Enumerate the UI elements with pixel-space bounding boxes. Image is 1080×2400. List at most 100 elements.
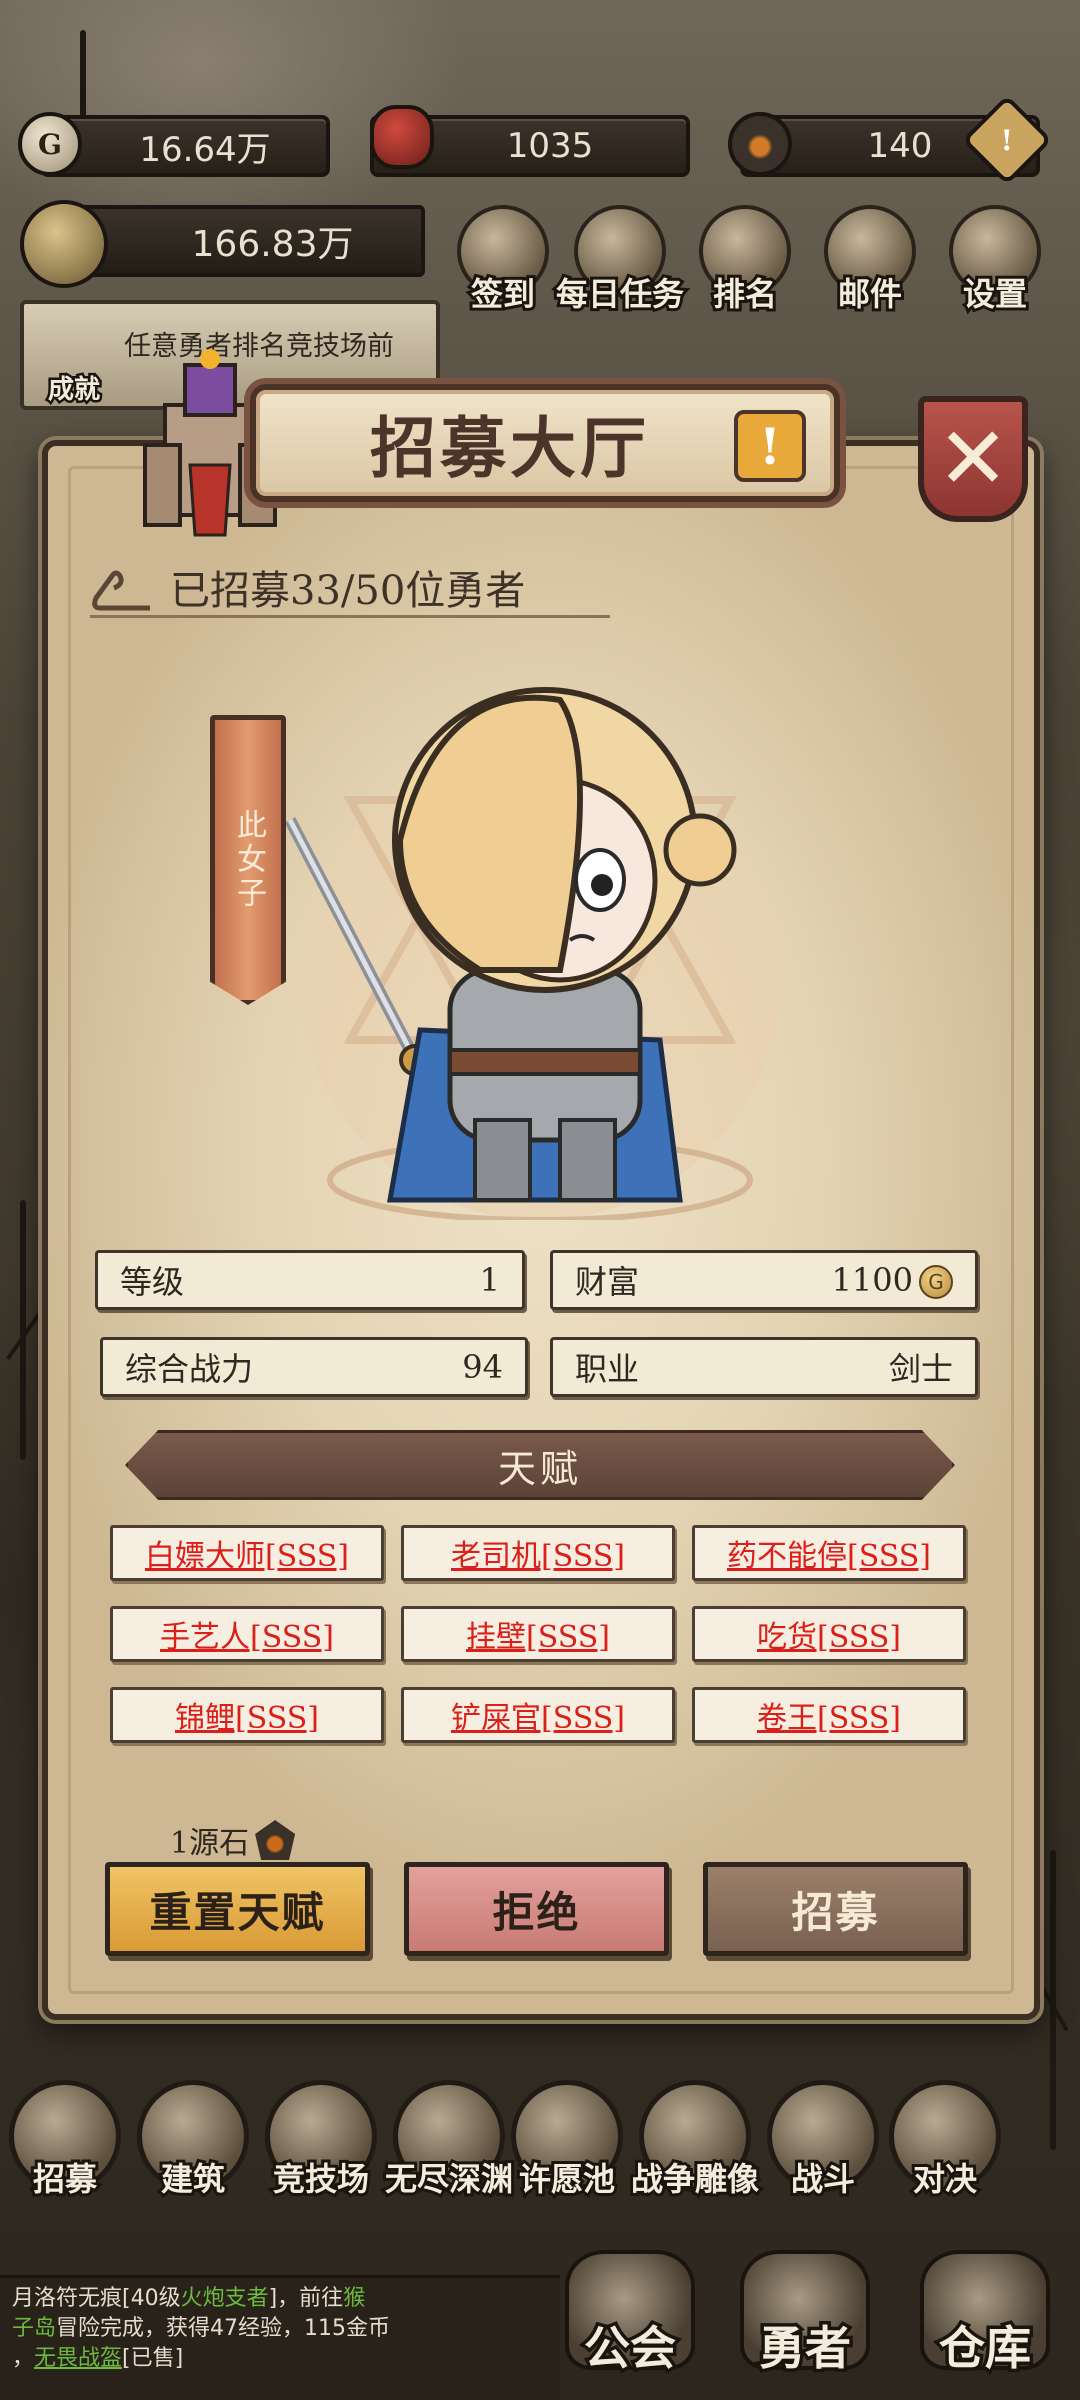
nav-duel-label: 对决: [910, 2157, 980, 2201]
nav-building-label: 建筑: [158, 2157, 228, 2201]
talent-header-label: 天赋: [497, 1446, 582, 1491]
talent-label: 药不能停[SSS]: [726, 1539, 931, 1574]
gold-coin-icon: G: [18, 112, 82, 176]
nav-battle[interactable]: 战斗: [758, 2080, 888, 2201]
daily-tasks-label: 每日任务: [553, 272, 687, 316]
talent-label: 铲屎官[SSS]: [450, 1701, 625, 1736]
talent-item[interactable]: 手艺人[SSS]: [110, 1606, 384, 1662]
talent-label: 吃货[SSS]: [756, 1620, 901, 1655]
talent-label: 卷王[SSS]: [756, 1701, 901, 1736]
talent-item[interactable]: 挂壁[SSS]: [401, 1606, 675, 1662]
mail-label: 邮件: [835, 272, 905, 316]
nav-heroes[interactable]: 勇者: [720, 2250, 890, 2400]
settings-button[interactable]: 设置: [940, 205, 1050, 316]
combat-power-label: 综合战力: [125, 1350, 254, 1388]
power-crest-icon: [20, 200, 108, 288]
ranking-button[interactable]: 排名: [690, 205, 800, 316]
nav-wishing-well[interactable]: 许愿池: [502, 2080, 632, 2201]
chat-line: 月洛符无痕[40级火炮支者]，前往猴: [12, 2284, 548, 2314]
talent-label: 老司机[SSS]: [450, 1539, 625, 1574]
talent-item[interactable]: 锦鲤[SSS]: [110, 1687, 384, 1743]
reset-cost: 1源石: [170, 1818, 296, 1862]
gold-value: 16.64万: [139, 129, 271, 170]
gold-counter: 16.64万: [40, 115, 330, 177]
nav-warehouse-label: 仓库: [936, 2318, 1035, 2379]
nav-duel[interactable]: 对决: [880, 2080, 1010, 2201]
hero-name: 此女子: [231, 809, 266, 911]
signin-label: 签到: [468, 272, 538, 316]
nav-arena[interactable]: 竞技场: [256, 2080, 386, 2201]
wealth-value: 1100: [831, 1260, 913, 1299]
talent-label: 手艺人[SSS]: [159, 1620, 334, 1655]
level-label: 等级: [120, 1263, 185, 1301]
talent-header: 天赋: [125, 1430, 955, 1500]
recruit-label: 招募: [791, 1887, 880, 1937]
reset-cost-text: 1源石: [170, 1826, 250, 1861]
source-stone-icon: [255, 1820, 296, 1860]
recruited-count: 已招募33/50位勇者: [90, 558, 610, 618]
close-button[interactable]: ✕: [918, 396, 1028, 522]
nav-arena-label: 竞技场: [270, 2157, 372, 2201]
dialog-title-banner: 招募大厅 !: [250, 384, 840, 502]
achievement-label: 成就: [45, 373, 102, 408]
chat-text: 冒险完成，获得47经验，115金币: [56, 2316, 391, 2341]
gold-coin-icon: G: [919, 1265, 953, 1300]
dialog-title: 招募大厅: [370, 409, 650, 487]
nav-guild-label: 公会: [581, 2318, 680, 2379]
hero-portrait: [284, 687, 780, 1220]
talent-item[interactable]: 吃货[SSS]: [692, 1606, 966, 1662]
tree-decoration: [80, 30, 86, 120]
signin-button[interactable]: 签到: [448, 205, 558, 316]
nav-building[interactable]: 建筑: [128, 2080, 258, 2201]
help-icon[interactable]: !: [734, 410, 806, 482]
talent-item[interactable]: 老司机[SSS]: [401, 1525, 675, 1581]
ranking-label: 排名: [710, 272, 780, 316]
talent-item[interactable]: 药不能停[SSS]: [692, 1525, 966, 1581]
chat-text: ，: [12, 2346, 35, 2371]
chat-line: ，无畏战盔[已售]: [12, 2344, 548, 2374]
recruit-button[interactable]: 招募: [703, 1862, 968, 1956]
nav-guild[interactable]: 公会: [545, 2250, 715, 2400]
total-power-value: 166.83万: [191, 224, 354, 265]
daily-tasks-button[interactable]: 每日任务: [553, 205, 687, 316]
talent-item[interactable]: 白嫖大师[SSS]: [110, 1525, 384, 1581]
level-value: 1: [479, 1261, 500, 1299]
wealth-value-wrap: 1100 G: [832, 1261, 953, 1300]
source-stone-icon: [728, 112, 792, 176]
chat-highlight: 猴: [343, 2286, 366, 2311]
nav-warehouse[interactable]: 仓库: [900, 2250, 1070, 2400]
nav-abyss-label: 无尽深渊: [382, 2157, 516, 2201]
achievement-button[interactable]: 成就: [34, 312, 114, 408]
nav-abyss[interactable]: 无尽深渊: [382, 2080, 516, 2201]
chat-text: ]，前往: [268, 2286, 344, 2311]
chat-highlight: 子岛: [12, 2316, 57, 2341]
combat-power-value: 94: [462, 1348, 503, 1386]
talent-item[interactable]: 卷王[SSS]: [692, 1687, 966, 1743]
class-stat: 职业 剑士: [550, 1337, 978, 1397]
reset-talent-button[interactable]: 重置天赋: [105, 1862, 370, 1956]
mail-button[interactable]: 邮件: [815, 205, 925, 316]
talent-label: 挂壁[SSS]: [465, 1620, 610, 1655]
total-power-bar: 166.83万: [60, 205, 425, 277]
chat-item-link[interactable]: 无畏战盔: [34, 2346, 122, 2371]
nav-wishing-well-label: 许愿池: [516, 2157, 618, 2201]
talent-label: 锦鲤[SSS]: [174, 1701, 319, 1736]
wealth-stat: 财富 1100 G: [550, 1250, 978, 1310]
nav-battle-label: 战斗: [788, 2157, 858, 2201]
nav-heroes-label: 勇者: [756, 2318, 855, 2379]
chat-log[interactable]: 月洛符无痕[40级火炮支者]，前往猴 子岛冒险完成，获得47经验，115金币 ，…: [0, 2275, 560, 2400]
talent-label: 白嫖大师[SSS]: [144, 1539, 349, 1574]
chat-line: 子岛冒险完成，获得47经验，115金币: [12, 2314, 548, 2344]
talent-item[interactable]: 铲屎官[SSS]: [401, 1687, 675, 1743]
chat-highlight: 火炮支者: [180, 2286, 269, 2311]
class-label: 职业: [575, 1350, 640, 1388]
nav-recruit-label: 招募: [30, 2157, 100, 2201]
reject-label: 拒绝: [492, 1887, 581, 1937]
nav-recruit[interactable]: 招募: [0, 2080, 130, 2201]
swirl-ornament-icon: [92, 570, 150, 611]
medal-shield-icon: [370, 105, 434, 169]
chat-text: [已售]: [122, 2346, 184, 2371]
reject-button[interactable]: 拒绝: [404, 1862, 669, 1956]
nav-war-statue[interactable]: 战争雕像: [628, 2080, 762, 2201]
chat-text: 月洛符无痕[40级: [12, 2286, 181, 2311]
